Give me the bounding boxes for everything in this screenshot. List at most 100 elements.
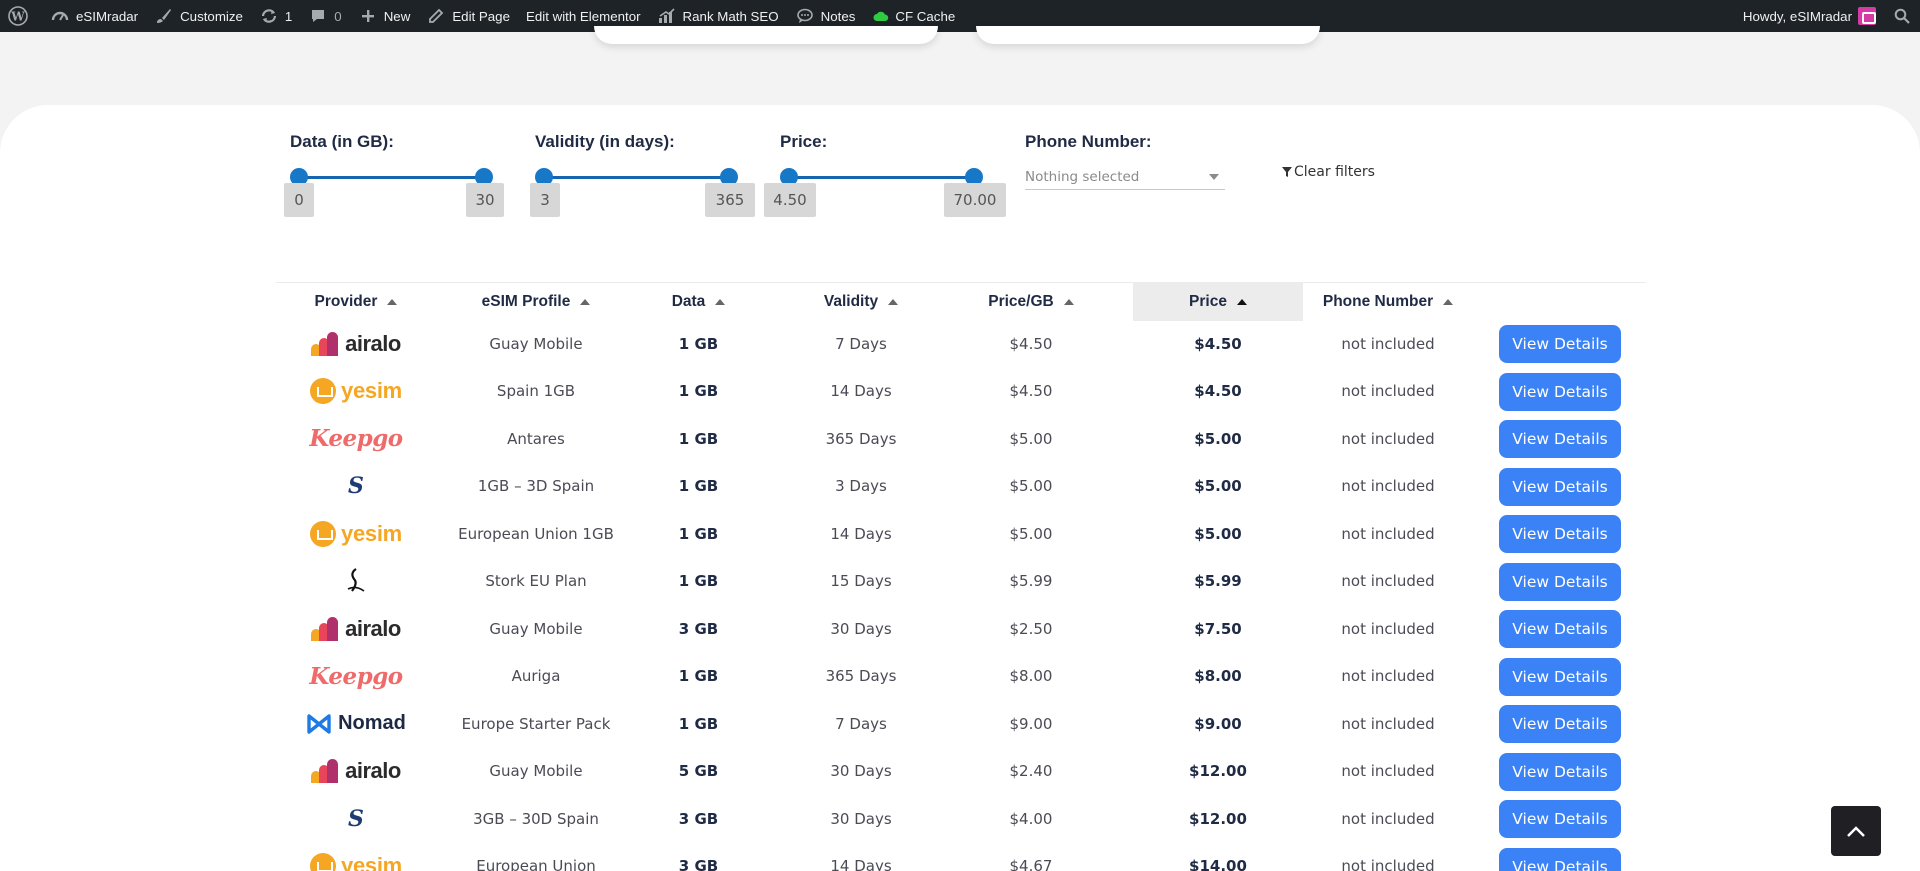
data-header-label: Data	[671, 293, 706, 310]
admin-search-button[interactable]	[1884, 0, 1920, 32]
view-details-button[interactable]: View Details	[1499, 420, 1621, 458]
airalo-logo: airalo	[311, 331, 401, 357]
updates-icon	[259, 6, 279, 26]
provider-logo-text: yesim	[341, 520, 402, 546]
column-header-phone-number[interactable]: Phone Number	[1303, 283, 1473, 321]
yesim-logo: yesim	[310, 378, 402, 405]
data-cell: 1 GB	[678, 382, 719, 401]
keepgo-logo: Keepgo	[309, 663, 403, 690]
data-slider-max-value: 30	[466, 183, 504, 217]
view-details-button[interactable]: View Details	[1499, 705, 1621, 743]
column-header-provider[interactable]: Provider	[276, 283, 436, 321]
esim-profile-header-label: eSIM Profile	[481, 293, 571, 310]
table-row: Stork EU Plan 1 GB 15 Days $5.99 $5.99 not in…	[276, 558, 1646, 606]
view-details-button[interactable]: View Details	[1499, 562, 1621, 601]
phone-number-select[interactable]: Nothing selected	[1025, 164, 1225, 190]
validity-cell: 14 Days	[830, 524, 892, 543]
airalo-logo: airalo	[311, 616, 401, 642]
validity-cell: 15 Days	[830, 572, 892, 591]
greeting-label: Howdy, eSIMradar	[1742, 8, 1852, 24]
validity-cell: 14 Days	[830, 857, 892, 871]
data-cell: 1 GB	[678, 477, 719, 496]
data-cell: 1 GB	[678, 714, 719, 733]
provider-cell: yesim	[276, 368, 436, 416]
table-row: Keepgo Auriga 1 GB 365 Days $8.00 $8.00 not in…	[276, 653, 1646, 701]
price-cell: $12.00	[1189, 762, 1247, 781]
phone-number-header-label: Phone Number	[1322, 293, 1434, 310]
data-filter-label: Data (in GB):	[290, 132, 394, 151]
phone-cell: not included	[1341, 809, 1435, 828]
data-cell: 1 GB	[678, 667, 719, 686]
price-header-label: Price	[1189, 293, 1227, 310]
column-header-price[interactable]: Price	[1133, 283, 1303, 321]
table-row: yesim European Union 1GB 1 GB 14 Days $5.00 $…	[276, 510, 1646, 558]
price-gb-cell: $5.00	[1009, 524, 1053, 543]
data-cell: 1 GB	[678, 524, 719, 543]
clear-filters-button[interactable]: Clear filters	[1281, 164, 1375, 180]
provider-cell: S	[276, 795, 436, 843]
provider-cell: S	[276, 463, 436, 511]
edit-page-link[interactable]: Edit Page	[418, 0, 518, 32]
price-cell: $14.00	[1189, 857, 1247, 871]
table-row: airalo Guay Mobile 1 GB 7 Days $4.50 $4.50 not…	[276, 320, 1646, 368]
comments-icon	[308, 6, 328, 26]
column-header-price-per-gb[interactable]: Price/GB	[961, 283, 1101, 321]
nomad-mark	[307, 714, 331, 734]
phone-cell: not included	[1341, 619, 1435, 638]
new-content-link[interactable]: New	[350, 0, 419, 32]
view-details-button[interactable]: View Details	[1499, 515, 1621, 553]
my-account-menu[interactable]: Howdy, eSIMradar	[1735, 0, 1884, 32]
phone-cell: not included	[1341, 334, 1435, 353]
data-slider-track[interactable]	[299, 176, 484, 179]
provider-cell: airalo	[276, 320, 436, 368]
validity-slider-min-value: 3	[530, 183, 560, 217]
validity-slider-track[interactable]	[544, 176, 729, 179]
column-header-esim-profile[interactable]: eSIM Profile	[436, 283, 636, 321]
price-per-gb-header-label: Price/GB	[988, 293, 1054, 310]
sort-icon	[387, 299, 398, 305]
profile-cell: European Union	[476, 857, 596, 871]
customize-link[interactable]: Customize	[146, 0, 251, 32]
wordpress-icon: W	[8, 6, 28, 26]
data-cell: 3 GB	[678, 619, 719, 638]
phone-cell: not included	[1341, 714, 1435, 733]
price-cell: $12.00	[1189, 809, 1247, 828]
stork-logo	[344, 567, 368, 595]
customize-label: Customize	[180, 8, 243, 24]
table-row: S 3GB – 30D Spain 3 GB 30 Days $4.00 $12.00 no…	[276, 795, 1646, 843]
updates-link[interactable]: 1	[251, 0, 300, 32]
price-cell: $5.00	[1194, 477, 1242, 496]
airalo-mark	[311, 331, 341, 356]
price-gb-cell: $4.50	[1009, 334, 1053, 353]
view-details-button[interactable]: View Details	[1499, 610, 1621, 648]
comments-count: 0	[334, 8, 342, 24]
table-row: airalo Guay Mobile 3 GB 30 Days $2.50 $7.50 no…	[276, 605, 1646, 653]
view-details-button[interactable]: View Details	[1499, 847, 1621, 871]
column-header-validity[interactable]: Validity	[761, 283, 961, 321]
back-to-top-button[interactable]	[1831, 806, 1881, 856]
phone-cell: not included	[1341, 857, 1435, 871]
price-cell: $5.00	[1194, 429, 1242, 448]
chat-icon	[795, 6, 815, 26]
rank-math-label: Rank Math SEO	[682, 8, 779, 24]
sort-ascending-icon	[1236, 299, 1247, 305]
wordpress-logo[interactable]: W	[0, 0, 42, 32]
yesim-mark	[310, 378, 337, 405]
view-details-button[interactable]: View Details	[1499, 800, 1621, 838]
info-card-bottom-left	[594, 26, 938, 44]
sort-icon	[580, 299, 591, 305]
price-cell: $8.00	[1194, 667, 1242, 686]
view-details-button[interactable]: View Details	[1499, 467, 1621, 506]
column-header-data[interactable]: Data	[636, 283, 761, 321]
airalo-mark	[311, 759, 341, 784]
s-provider-mark: S	[348, 473, 364, 500]
comments-link[interactable]: 0	[300, 0, 349, 32]
site-name-menu[interactable]: eSIMradar	[42, 0, 146, 32]
view-details-button[interactable]: View Details	[1499, 372, 1621, 411]
view-details-button[interactable]: View Details	[1499, 657, 1621, 696]
price-slider-track[interactable]	[789, 176, 974, 179]
price-gb-cell: $2.50	[1009, 619, 1053, 638]
view-details-button[interactable]: View Details	[1499, 325, 1621, 363]
provider-cell: airalo	[276, 748, 436, 796]
view-details-button[interactable]: View Details	[1499, 752, 1621, 791]
